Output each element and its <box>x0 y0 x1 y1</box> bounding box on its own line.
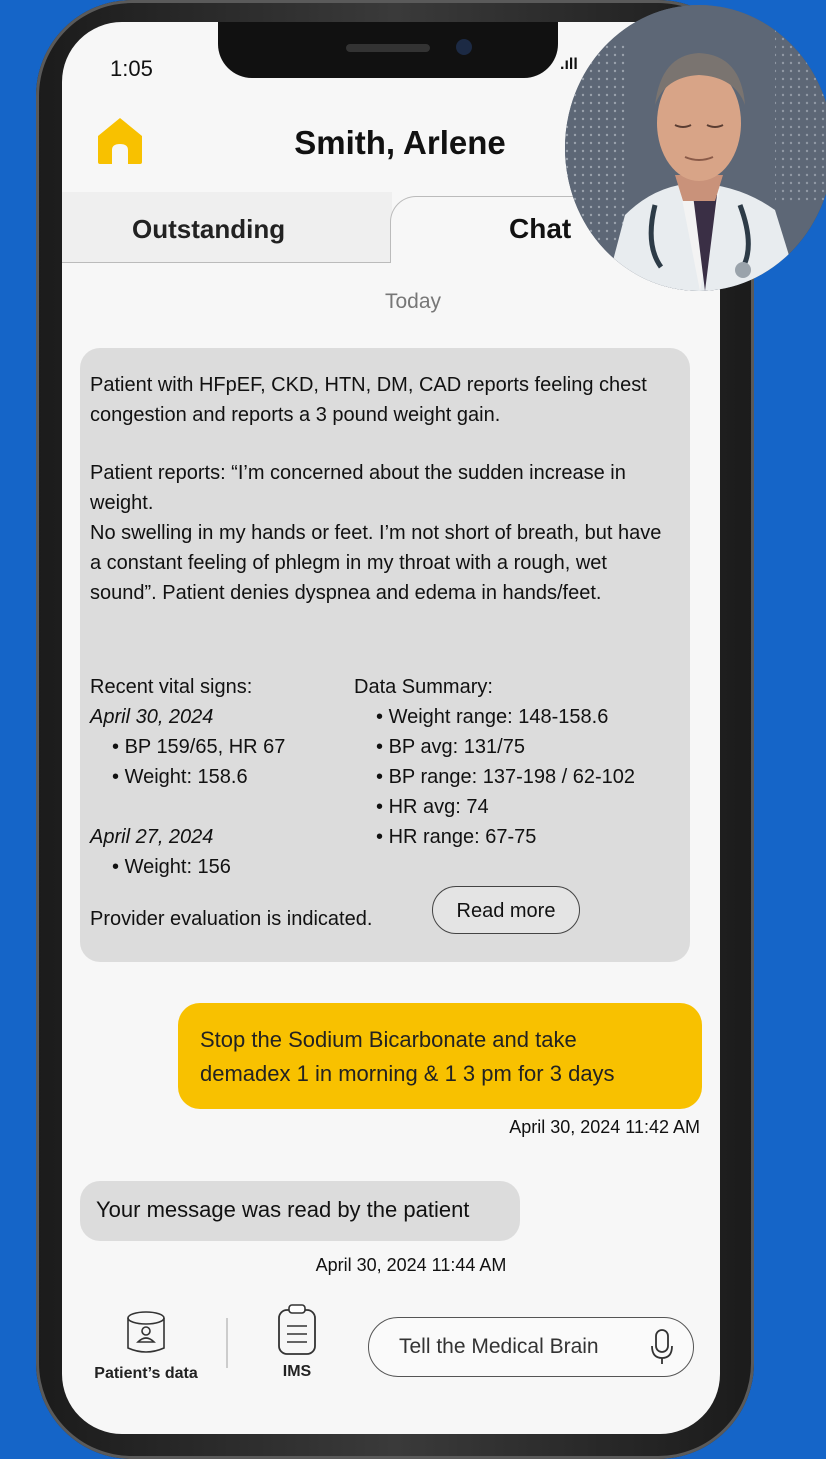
doctor-avatar <box>565 5 826 291</box>
read-receipt-bubble: Your message was read by the patient <box>80 1181 520 1241</box>
data-summary-item: • HR range: 67-75 <box>376 826 537 848</box>
tab-chat-label: Chat <box>509 213 572 244</box>
signal-icon: .ıll <box>560 56 578 73</box>
vitals-item: • Weight: 156 <box>112 856 231 878</box>
phone-notch <box>218 22 558 78</box>
provider-note: Provider evaluation is indicated. <box>90 908 373 930</box>
patient-name-title: Smith, Arlene <box>294 124 506 161</box>
vitals-heading: Recent vital signs: <box>90 676 253 698</box>
clipboard-icon <box>278 1304 316 1355</box>
vitals-date: April 30, 2024 <box>90 706 214 728</box>
sent-message-text: Stop the Sodium Bicarbonate and take dem… <box>200 1027 615 1086</box>
data-summary-item: • Weight range: 148-158.6 <box>376 706 609 728</box>
database-user-icon <box>127 1311 165 1353</box>
status-time: 1:05 <box>110 56 153 81</box>
doctor-portrait-image <box>565 5 826 291</box>
medical-brain-input[interactable] <box>397 1328 631 1366</box>
read-receipt-timestamp: April 30, 2024 11:44 AM <box>315 1255 507 1275</box>
ai-summary-bubble: Patient with HFpEF, CKD, HTN, DM, CAD re… <box>80 348 690 962</box>
tab-outstanding[interactable]: Outstanding <box>62 192 392 263</box>
ims-button[interactable]: IMS <box>262 1304 332 1381</box>
patient-report-line: Patient reports: “I’m concerned about th… <box>90 462 626 514</box>
microphone-icon[interactable] <box>649 1328 675 1366</box>
toolbar-divider <box>226 1318 228 1368</box>
ims-label: IMS <box>282 1363 312 1380</box>
vitals-item: • BP 159/65, HR 67 <box>112 736 286 758</box>
data-summary-item: • HR avg: 74 <box>376 796 489 818</box>
data-summary-heading: Data Summary: <box>354 676 493 698</box>
sent-message-bubble: Stop the Sodium Bicarbonate and take dem… <box>178 1003 702 1109</box>
day-divider: Today <box>384 290 442 313</box>
data-summary-item: • BP avg: 131/75 <box>376 736 525 758</box>
recent-vitals: Recent vital signs: April 30, 2024 • BP … <box>90 672 350 882</box>
bottom-toolbar: Patient’s data IMS <box>0 1300 826 1390</box>
front-camera <box>456 39 472 55</box>
patient-report: Patient reports: “I’m concerned about th… <box>90 458 670 608</box>
medical-brain-input-wrapper <box>368 1317 694 1377</box>
read-more-button[interactable]: Read more <box>432 886 580 934</box>
data-summary-item: • BP range: 137-198 / 62-102 <box>376 766 636 788</box>
summary-paragraph: Patient with HFpEF, CKD, HTN, DM, CAD re… <box>90 374 647 426</box>
tab-outstanding-label: Outstanding <box>132 214 286 244</box>
data-summary: Data Summary: • Weight range: 148-158.6 … <box>354 672 684 852</box>
home-icon[interactable] <box>96 116 144 166</box>
patient-data-button[interactable]: Patient’s data <box>88 1308 204 1383</box>
patient-data-label: Patient’s data <box>94 1365 198 1382</box>
patient-report-line: No swelling in my hands or feet. I’m not… <box>90 522 662 604</box>
vitals-date: April 27, 2024 <box>90 826 214 848</box>
vitals-item: • Weight: 158.6 <box>112 766 248 788</box>
sent-message-timestamp: April 30, 2024 11:42 AM <box>509 1117 700 1137</box>
notch-speaker <box>346 44 430 52</box>
read-receipt-text: Your message was read by the patient <box>96 1197 470 1222</box>
